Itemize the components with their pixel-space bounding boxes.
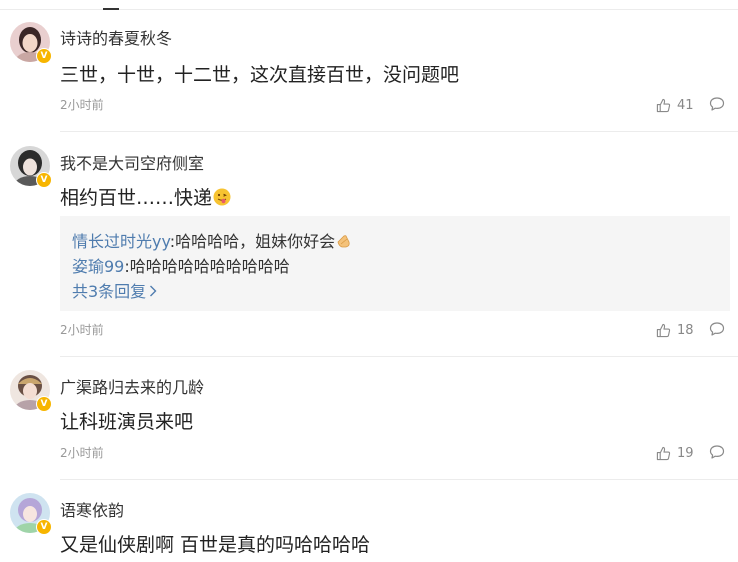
reply-preview-box: 情长过时光yy:哈哈哈哈，姐妹你好会 姿瑜99:哈哈哈哈哈哈哈哈哈哈 共3条回复 (60, 216, 730, 311)
like-button[interactable]: 18 (656, 321, 694, 339)
comment-divider (60, 131, 738, 132)
like-button[interactable]: 19 (656, 444, 694, 462)
comment-time: 2小时前 (60, 446, 104, 460)
like-count: 41 (677, 97, 694, 113)
reply-button[interactable] (709, 96, 727, 114)
comment-time: 2小时前 (60, 98, 104, 112)
reply-text: 哈哈哈哈哈哈哈哈哈哈 (129, 257, 290, 276)
verified-badge-icon: V (36, 48, 52, 64)
comment-bubble-icon (709, 445, 725, 459)
more-replies-label: 共3条回复 (72, 282, 147, 301)
reply-item: 情长过时光yy:哈哈哈哈，姐妹你好会 (72, 228, 353, 254)
tab-indicator (103, 8, 119, 10)
comment-text-body: 相约百世……快递 (60, 187, 213, 209)
chevron-right-icon (146, 282, 158, 301)
clapping-hand-emoji-icon (335, 232, 353, 254)
reply-button[interactable] (709, 321, 727, 339)
comment-text: 相约百世……快递 (60, 183, 232, 212)
comment-username[interactable]: 诗诗的春夏秋冬 (60, 25, 172, 49)
comment-time: 2小时前 (60, 323, 104, 337)
avatar[interactable]: V (10, 370, 52, 412)
view-more-replies-link[interactable]: 共3条回复 (72, 278, 158, 302)
reply-item: 姿瑜99:哈哈哈哈哈哈哈哈哈哈 (72, 253, 290, 277)
thumbs-up-icon (656, 446, 671, 460)
comment-text: 让科班演员来吧 (60, 411, 194, 433)
comment-text: 又是仙侠剧啊 百世是真的吗哈哈哈哈 (60, 534, 371, 556)
verified-badge-icon: V (36, 396, 52, 412)
reply-username[interactable]: 情长过时光yy (72, 232, 170, 251)
comment-divider (60, 479, 738, 480)
thumbs-up-icon (656, 323, 671, 337)
comment-divider (60, 356, 738, 357)
verified-badge-icon: V (36, 172, 52, 188)
comment-username[interactable]: 广渠路归去来的几龄 (60, 374, 204, 398)
reply-username[interactable]: 姿瑜99 (72, 257, 124, 276)
comment-bubble-icon (709, 322, 725, 336)
comment-text: 三世，十世，十二世，这次直接百世，没问题吧 (60, 64, 460, 86)
comment-bubble-icon (709, 97, 725, 111)
reply-button[interactable] (709, 444, 727, 462)
comment-username[interactable]: 我不是大司空府侧室 (60, 150, 204, 174)
reply-text: 哈哈哈哈，姐妹你好会 (175, 232, 336, 251)
avatar[interactable]: V (10, 22, 52, 64)
like-count: 19 (677, 445, 694, 461)
comment-username[interactable]: 语寒依韵 (60, 497, 124, 521)
verified-badge-icon: V (36, 519, 52, 535)
thumbs-up-icon (656, 98, 671, 112)
avatar[interactable]: V (10, 146, 52, 188)
tongue-face-emoji-icon (212, 187, 232, 212)
like-button[interactable]: 41 (656, 96, 694, 114)
like-count: 18 (677, 322, 694, 338)
avatar[interactable]: V (10, 493, 52, 535)
